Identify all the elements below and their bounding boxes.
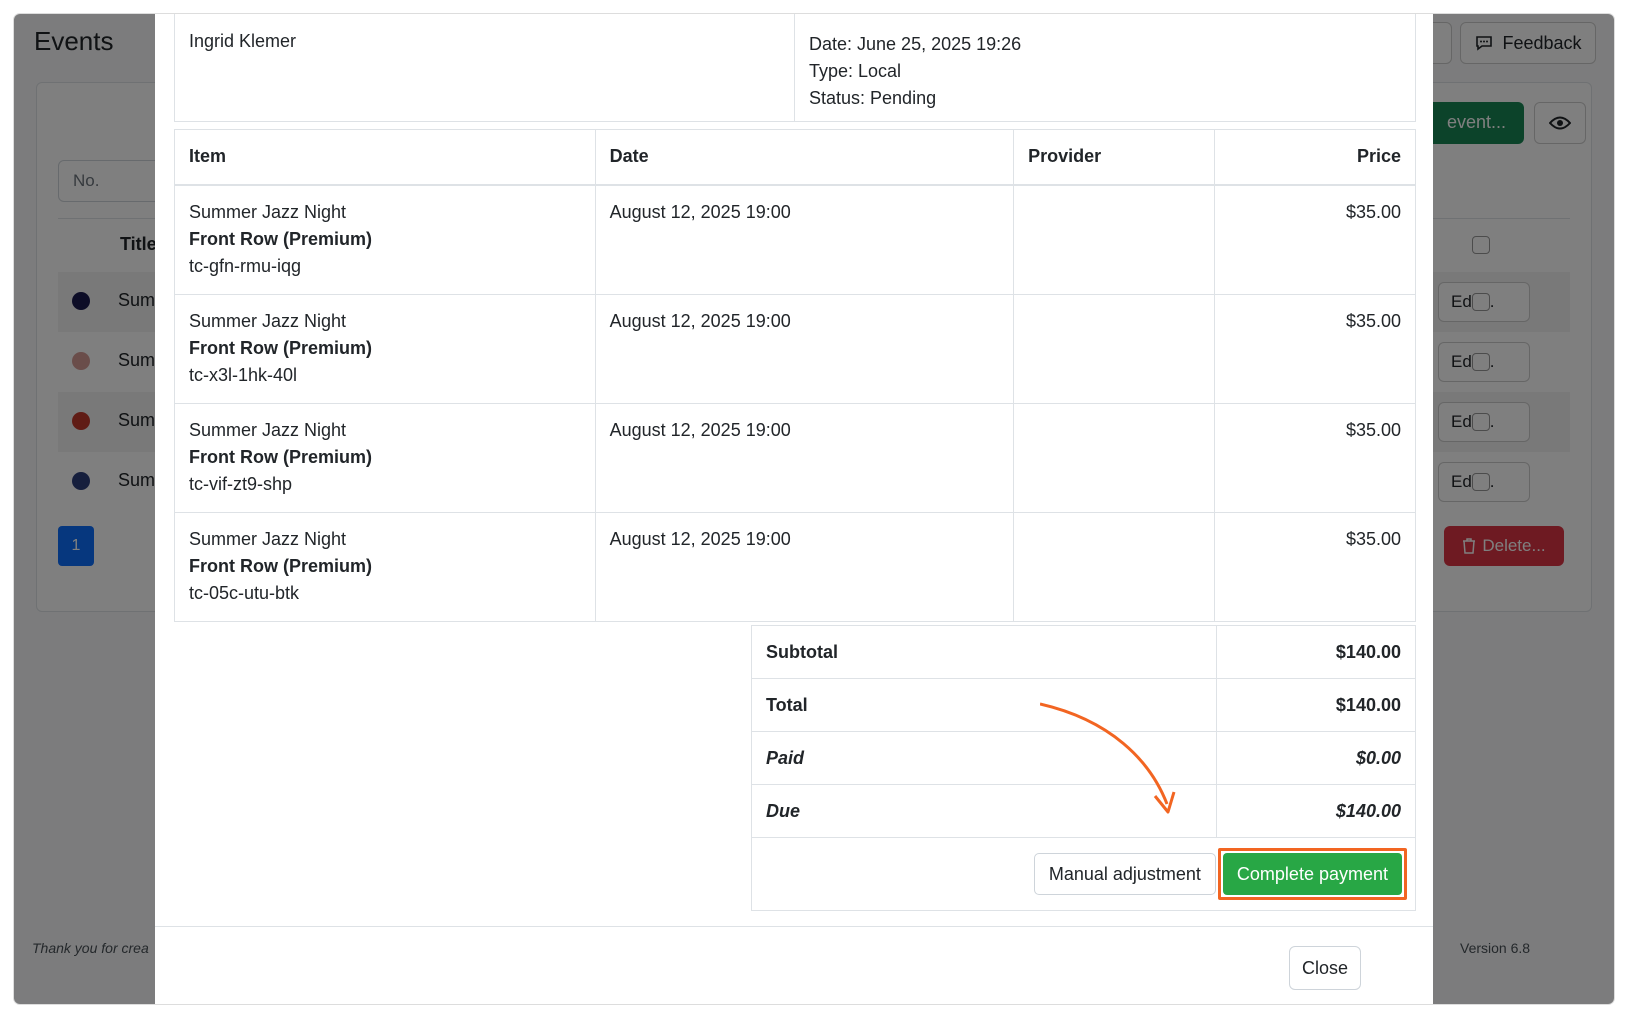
ticket-code: tc-vif-zt9-shp xyxy=(189,473,293,494)
table-row: Summer Jazz Night Front Row (Premium) tc… xyxy=(174,184,1416,295)
due-row: Due $140.00 xyxy=(751,784,1416,838)
event-name: Summer Jazz Night xyxy=(189,419,347,440)
provider-cell xyxy=(1013,402,1216,513)
date-cell: August 12, 2025 19:00 xyxy=(594,402,1015,513)
date-cell: August 12, 2025 19:00 xyxy=(594,293,1015,404)
complete-payment-button[interactable]: Complete payment xyxy=(1222,853,1402,895)
paid-value: $0.00 xyxy=(1216,731,1416,785)
event-name: Summer Jazz Night xyxy=(189,310,347,331)
price-cell: $35.00 xyxy=(1214,184,1416,295)
ticket-code: tc-gfn-rmu-iqg xyxy=(189,255,302,276)
subtotal-label: Subtotal xyxy=(751,625,1217,679)
paid-label: Paid xyxy=(751,731,1217,785)
item-cell: Summer Jazz Night Front Row (Premium) tc… xyxy=(174,511,596,622)
due-value: $140.00 xyxy=(1216,784,1416,838)
column-header-date: Date xyxy=(594,129,1015,186)
seat-type: Front Row (Premium) xyxy=(189,555,372,576)
seat-type: Front Row (Premium) xyxy=(189,228,372,249)
totals-table: Subtotal $140.00 Total $140.00 Paid $0.0… xyxy=(751,625,1416,911)
customer-info: Ingrid Klemer xyxy=(175,14,795,121)
column-header-price: Price xyxy=(1214,129,1416,186)
column-header-provider: Provider xyxy=(1013,129,1216,186)
provider-cell xyxy=(1013,511,1216,622)
paid-row: Paid $0.00 xyxy=(751,731,1416,785)
price-cell: $35.00 xyxy=(1214,511,1416,622)
total-value: $140.00 xyxy=(1216,678,1416,732)
date-cell: August 12, 2025 19:00 xyxy=(594,184,1015,295)
due-label: Due xyxy=(751,784,1217,838)
order-info: Ingrid Klemer Date: June 25, 2025 19:26 … xyxy=(174,14,1416,122)
table-header-row: Item Date Provider Price xyxy=(174,129,1416,186)
order-details: Date: June 25, 2025 19:26 Type: Local St… xyxy=(795,14,1035,132)
event-name: Summer Jazz Night xyxy=(189,201,347,222)
close-button[interactable]: Close xyxy=(1289,946,1361,990)
date-cell: August 12, 2025 19:00 xyxy=(594,511,1015,622)
price-cell: $35.00 xyxy=(1214,293,1416,404)
subtotal-value: $140.00 xyxy=(1216,625,1416,679)
ticket-code: tc-05c-utu-btk xyxy=(189,582,300,603)
seat-type: Front Row (Premium) xyxy=(189,446,372,467)
actions-row: Manual adjustment Complete payment xyxy=(751,837,1416,911)
item-cell: Summer Jazz Night Front Row (Premium) tc… xyxy=(174,293,596,404)
item-cell: Summer Jazz Night Front Row (Premium) tc… xyxy=(174,184,596,295)
customer-name: Ingrid Klemer xyxy=(189,31,297,51)
table-row: Summer Jazz Night Front Row (Premium) tc… xyxy=(174,402,1416,513)
table-row: Summer Jazz Night Front Row (Premium) tc… xyxy=(174,293,1416,404)
actions-cell: Manual adjustment Complete payment xyxy=(751,837,1416,911)
order-date: Date: June 25, 2025 19:26 xyxy=(809,34,1022,54)
seat-type: Front Row (Premium) xyxy=(189,337,372,358)
total-label: Total xyxy=(751,678,1217,732)
table-row: Summer Jazz Night Front Row (Premium) tc… xyxy=(174,511,1416,622)
highlight-box: Complete payment xyxy=(1217,848,1407,900)
manual-adjustment-button[interactable]: Manual adjustment xyxy=(1033,853,1216,895)
order-modal: Ingrid Klemer Date: June 25, 2025 19:26 … xyxy=(155,14,1433,1004)
items-table: Item Date Provider Price Summer Jazz Nig… xyxy=(174,129,1416,622)
order-status: Status: Pending xyxy=(809,88,937,108)
price-cell: $35.00 xyxy=(1214,402,1416,513)
modal-footer-divider xyxy=(155,926,1433,927)
ticket-code: tc-x3l-1hk-40l xyxy=(189,364,298,385)
provider-cell xyxy=(1013,293,1216,404)
order-type: Type: Local xyxy=(809,61,902,81)
event-name: Summer Jazz Night xyxy=(189,528,347,549)
item-cell: Summer Jazz Night Front Row (Premium) tc… xyxy=(174,402,596,513)
column-header-item: Item xyxy=(174,129,596,186)
subtotal-row: Subtotal $140.00 xyxy=(751,625,1416,679)
provider-cell xyxy=(1013,184,1216,295)
total-row: Total $140.00 xyxy=(751,678,1416,732)
